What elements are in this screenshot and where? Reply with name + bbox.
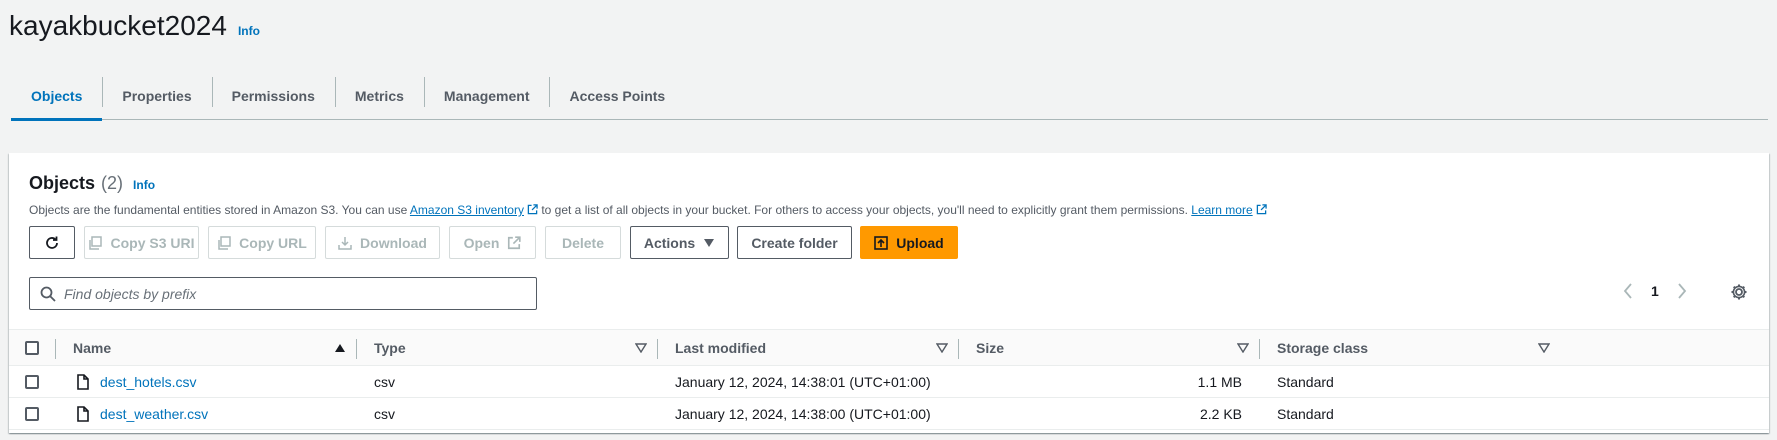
chevron-left-icon[interactable]: [1623, 283, 1633, 299]
copy-icon: [218, 235, 231, 250]
search-box[interactable]: [29, 277, 537, 310]
column-divider[interactable]: [958, 339, 959, 359]
download-icon: [338, 236, 352, 250]
bucket-tabs: Objects Properties Permissions Metrics M…: [11, 72, 1768, 121]
select-all-cell: [25, 330, 39, 366]
row-checkbox[interactable]: [25, 374, 39, 389]
learn-more-label: Learn more: [1191, 203, 1253, 217]
caret-down-icon: [704, 238, 715, 247]
table-row[interactable]: dest_weather.csv csv January 12, 2024, 1…: [9, 398, 1769, 430]
objects-count: (2): [101, 173, 124, 193]
search-icon: [40, 286, 56, 302]
upload-button[interactable]: Upload: [860, 226, 958, 259]
tab-properties[interactable]: Properties: [102, 72, 211, 119]
table-row[interactable]: dest_hotels.csv csv January 12, 2024, 14…: [9, 366, 1769, 398]
storage-class-cell: Standard: [1277, 373, 1334, 390]
copy-s3-uri-button[interactable]: Copy S3 URI: [84, 226, 199, 259]
column-header-last-modified[interactable]: Last modified: [675, 330, 766, 366]
copy-s3-uri-label: Copy S3 URI: [110, 234, 195, 251]
open-button[interactable]: Open: [449, 226, 536, 259]
learn-more-link[interactable]: Learn more: [1191, 203, 1267, 217]
column-header-type[interactable]: Type: [374, 330, 406, 366]
sort-icon[interactable]: [635, 343, 647, 353]
gear-icon: [1731, 284, 1747, 300]
size-cell: 1.1 MB: [1197, 373, 1242, 390]
column-header-size[interactable]: Size: [976, 330, 1004, 366]
description-text-2: to get a list of all objects in your buc…: [541, 203, 1188, 217]
s3-inventory-link[interactable]: Amazon S3 inventory: [410, 203, 538, 217]
actions-label: Actions: [643, 234, 696, 251]
table-settings-button[interactable]: [1730, 283, 1748, 306]
external-link-icon: [527, 204, 538, 215]
bucket-info-link[interactable]: Info: [238, 24, 260, 38]
delete-button[interactable]: Delete: [545, 226, 621, 259]
object-name-link[interactable]: dest_weather.csv: [100, 406, 208, 422]
copy-icon: [89, 235, 103, 250]
tab-management[interactable]: Management: [423, 72, 550, 119]
column-header-name[interactable]: Name: [73, 330, 111, 366]
select-all-checkbox[interactable]: [25, 341, 39, 355]
description-text-1: Objects are the fundamental entities sto…: [29, 203, 408, 217]
actions-dropdown[interactable]: Actions: [630, 226, 729, 259]
bucket-title: kayakbucket2024: [9, 10, 227, 41]
tab-metrics[interactable]: Metrics: [334, 72, 424, 119]
sort-icon[interactable]: [1237, 343, 1249, 353]
name-cell: dest_hotels.csv: [75, 366, 197, 397]
upload-label: Upload: [896, 234, 944, 251]
storage-class-cell: Standard: [1277, 405, 1334, 422]
name-cell: dest_weather.csv: [75, 398, 208, 429]
objects-title: Objects: [29, 173, 96, 193]
table-header: Name Type Last modified Size Storage cla…: [9, 329, 1769, 366]
column-divider[interactable]: [657, 339, 658, 359]
objects-panel-header: Objects (2) Info: [29, 173, 155, 194]
open-label: Open: [463, 234, 500, 251]
page-number[interactable]: 1: [1651, 283, 1659, 299]
row-checkbox[interactable]: [25, 406, 39, 421]
sort-ascending-icon[interactable]: [334, 343, 346, 353]
chevron-right-icon[interactable]: [1677, 283, 1687, 299]
last-modified-cell: January 12, 2024, 14:38:00 (UTC+01:00): [675, 405, 931, 422]
refresh-icon: [46, 236, 58, 249]
download-button[interactable]: Download: [325, 226, 440, 259]
objects-description: Objects are the fundamental entities sto…: [29, 203, 1267, 217]
copy-url-button[interactable]: Copy URL: [208, 226, 316, 259]
page-header: kayakbucket2024 Info: [9, 10, 260, 42]
create-folder-button[interactable]: Create folder: [737, 226, 852, 259]
size-cell: 2.2 KB: [1199, 405, 1242, 422]
pagination: 1: [1623, 283, 1687, 299]
external-link-icon: [1256, 204, 1267, 215]
sort-icon[interactable]: [936, 343, 948, 353]
column-header-storage-class[interactable]: Storage class: [1277, 330, 1368, 366]
delete-label: Delete: [561, 234, 605, 251]
copy-url-label: Copy URL: [239, 234, 307, 251]
row-select-cell: [25, 366, 39, 397]
file-icon: [77, 373, 89, 390]
file-icon: [77, 405, 89, 422]
objects-info-link[interactable]: Info: [133, 178, 155, 192]
objects-panel: Objects (2) Info Objects are the fundame…: [9, 153, 1769, 433]
download-label: Download: [360, 234, 427, 251]
tab-objects[interactable]: Objects: [11, 72, 103, 121]
row-select-cell: [25, 398, 39, 429]
objects-table: Name Type Last modified Size Storage cla…: [9, 329, 1769, 430]
create-folder-label: Create folder: [751, 234, 838, 251]
tab-permissions[interactable]: Permissions: [211, 72, 335, 119]
sort-icon[interactable]: [1538, 343, 1550, 353]
column-divider[interactable]: [1259, 339, 1260, 359]
column-divider: [55, 339, 56, 359]
column-divider[interactable]: [356, 339, 357, 359]
search-input[interactable]: [64, 285, 524, 302]
object-name-link[interactable]: dest_hotels.csv: [100, 374, 197, 390]
type-cell: csv: [374, 373, 395, 390]
last-modified-cell: January 12, 2024, 14:38:01 (UTC+01:00): [675, 373, 931, 390]
type-cell: csv: [374, 405, 395, 422]
external-link-icon: [508, 235, 522, 249]
tab-access-points[interactable]: Access Points: [549, 72, 685, 119]
upload-icon: [874, 235, 889, 250]
refresh-button[interactable]: [29, 226, 75, 259]
s3-inventory-link-label: Amazon S3 inventory: [409, 203, 524, 217]
